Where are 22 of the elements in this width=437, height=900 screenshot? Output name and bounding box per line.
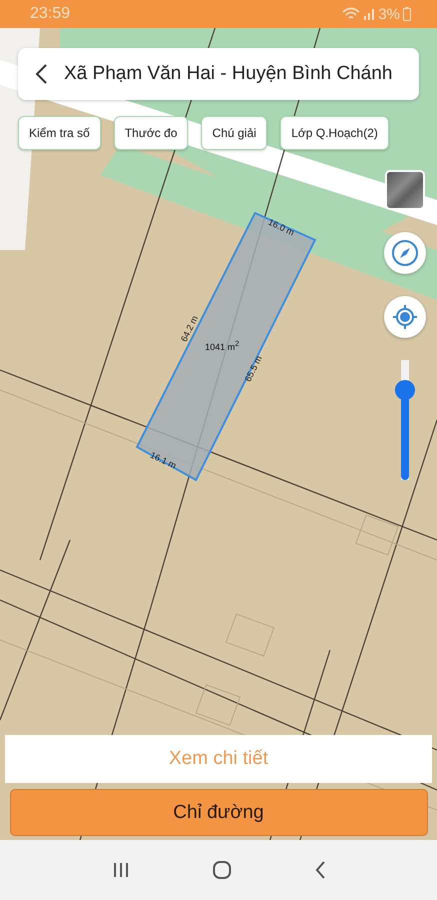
home-icon[interactable] <box>212 860 232 880</box>
status-time: 23:59 <box>30 5 70 23</box>
edge-length-label: 16.1 m <box>148 450 178 471</box>
battery-percent: 3% <box>378 6 400 22</box>
locate-icon <box>392 304 418 330</box>
directions-button[interactable]: Chỉ đường <box>10 789 428 836</box>
battery-icon <box>403 7 411 21</box>
edge-length-label: 65.5 m <box>242 354 264 384</box>
back-icon[interactable] <box>34 63 48 85</box>
signal-icon <box>363 7 376 21</box>
compass-icon <box>391 239 419 267</box>
map-tool-button[interactable]: Kiểm tra số <box>18 116 101 150</box>
edge-length-label: 64.2 m <box>178 314 200 344</box>
location-title: Xã Phạm Văn Hai - Huyện Bình Chánh <box>64 63 392 85</box>
map-tool-button[interactable]: Thước đo <box>114 116 188 150</box>
map-tool-button[interactable]: Lớp Q.Hoạch(2) <box>280 116 389 150</box>
back-icon[interactable] <box>314 860 326 880</box>
satellite-layer-thumbnail[interactable] <box>385 170 425 210</box>
parcel-area-label: 1041 m$^{2}$ <box>205 339 240 352</box>
wifi-icon <box>342 7 360 21</box>
map-tool-button[interactable]: Chú giải <box>201 116 268 150</box>
edge-length-label: 16.0 m <box>266 216 296 238</box>
